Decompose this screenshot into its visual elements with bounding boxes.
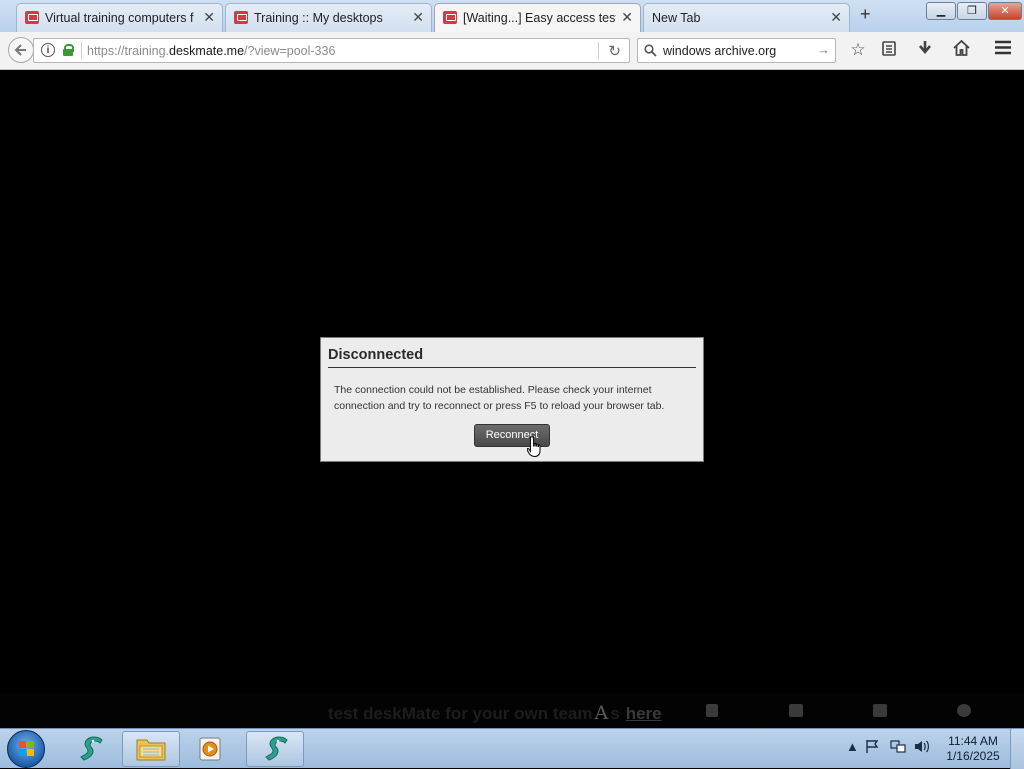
search-bar[interactable]: windows archive.org → <box>637 38 836 63</box>
tab-title: Training :: My desktops <box>254 11 383 25</box>
tab-my-desktops[interactable]: Training :: My desktops ✕ <box>225 3 432 32</box>
address-bar[interactable]: i https://training.deskmate.me/?view=poo… <box>33 38 630 63</box>
search-query: windows archive.org <box>663 44 777 58</box>
promo-main: test deskMate for your own team <box>328 704 593 723</box>
search-go-arrow-icon[interactable]: → <box>817 42 830 57</box>
back-arrow-icon <box>14 44 26 56</box>
divider <box>598 42 599 59</box>
new-tab-button[interactable]: + <box>860 4 871 25</box>
settings-gear-icon[interactable] <box>957 704 971 717</box>
deskmate-bottom-bar: test deskMate for your own team As here <box>0 694 1024 728</box>
clock-date: 1/16/2025 <box>946 749 1000 763</box>
home-icon[interactable] <box>950 39 972 61</box>
clock-time: 11:44 AM <box>948 734 998 748</box>
downloads-icon[interactable] <box>914 40 936 61</box>
url-path: /?view=pool-336 <box>244 44 336 58</box>
show-desktop-button[interactable] <box>1010 729 1024 769</box>
browser-navigation-bar: i https://training.deskmate.me/?view=poo… <box>0 32 1024 70</box>
tab-title: [Waiting...] Easy access test <box>463 11 616 25</box>
divider <box>328 367 696 368</box>
url-text[interactable]: https://training.deskmate.me/?view=pool-… <box>87 44 335 58</box>
tab-close-icon[interactable]: ✕ <box>412 9 424 26</box>
tab-virtual-training-computers[interactable]: Virtual training computers f ✕ <box>16 3 223 32</box>
keyboard-icon[interactable] <box>706 704 718 717</box>
deskmate-favicon-icon <box>443 11 457 24</box>
media-player-icon <box>199 737 221 761</box>
dialog-title: Disconnected <box>328 347 424 363</box>
taskbar-deskmate-app[interactable] <box>62 731 118 767</box>
promo-text: test deskMate for your own team As here <box>328 702 662 724</box>
action-center-flag-icon[interactable] <box>865 739 880 757</box>
tab-close-icon[interactable]: ✕ <box>203 9 215 26</box>
hand-cursor-icon <box>527 436 541 458</box>
tab-close-icon[interactable]: ✕ <box>621 9 633 26</box>
browser-tab-strip: Virtual training computers f ✕ Training … <box>0 0 1024 33</box>
tab-easy-access-test[interactable]: [Waiting...] Easy access test ✕ <box>434 3 641 33</box>
tab-close-icon[interactable]: ✕ <box>830 9 842 26</box>
folder-icon <box>136 739 166 761</box>
taskbar-file-explorer[interactable] <box>122 731 180 767</box>
promo-link-here[interactable]: here <box>626 704 662 723</box>
dialog-message: The connection could not be established.… <box>334 384 665 412</box>
tab-new-tab[interactable]: New Tab ✕ <box>643 3 850 32</box>
divider <box>81 42 82 59</box>
deskmate-favicon-icon <box>234 11 248 24</box>
site-info-icon[interactable]: i <box>41 43 55 57</box>
disconnected-dialog: Disconnected The connection could not be… <box>320 337 704 462</box>
reading-list-icon[interactable] <box>878 40 900 61</box>
close-window-button[interactable]: ✕ <box>988 2 1022 20</box>
bookmark-star-icon[interactable]: ☆ <box>847 40 869 60</box>
reload-icon[interactable]: ↻ <box>608 42 621 60</box>
windows-taskbar: ▲ 11:44 AM 1/16/2025 <box>0 728 1024 769</box>
menu-hamburger-icon[interactable] <box>992 40 1014 60</box>
network-icon[interactable] <box>890 739 907 757</box>
maximize-button[interactable]: ❐ <box>957 2 987 20</box>
url-host: deskmate.me <box>169 44 245 58</box>
tab-title: Virtual training computers f <box>45 11 194 25</box>
search-icon <box>644 44 657 57</box>
text-size-icon[interactable]: A <box>595 702 609 724</box>
system-clock[interactable]: 11:44 AM 1/16/2025 <box>938 734 1008 764</box>
seahorse-app-icon <box>80 736 103 761</box>
clipboard-icon[interactable] <box>873 704 887 717</box>
tab-title: New Tab <box>652 11 701 25</box>
url-prefix: https://training. <box>87 44 169 58</box>
promo-tail: s <box>610 704 620 723</box>
print-icon[interactable] <box>789 704 803 717</box>
deskmate-favicon-icon <box>25 11 39 24</box>
windows-logo-icon <box>19 741 35 757</box>
remote-desktop-viewport[interactable]: Disconnected The connection could not be… <box>0 71 1024 728</box>
back-button[interactable] <box>8 37 34 63</box>
minimize-button[interactable]: ▁ <box>926 2 956 20</box>
seahorse-app-icon <box>265 736 288 761</box>
taskbar-media-player[interactable] <box>183 731 239 767</box>
start-button[interactable] <box>7 730 45 768</box>
show-hidden-icons-chevron-icon[interactable]: ▲ <box>846 739 859 754</box>
taskbar-deskmate-window[interactable] <box>246 731 304 767</box>
volume-speaker-icon[interactable] <box>914 739 931 757</box>
secure-lock-icon[interactable] <box>63 44 74 56</box>
